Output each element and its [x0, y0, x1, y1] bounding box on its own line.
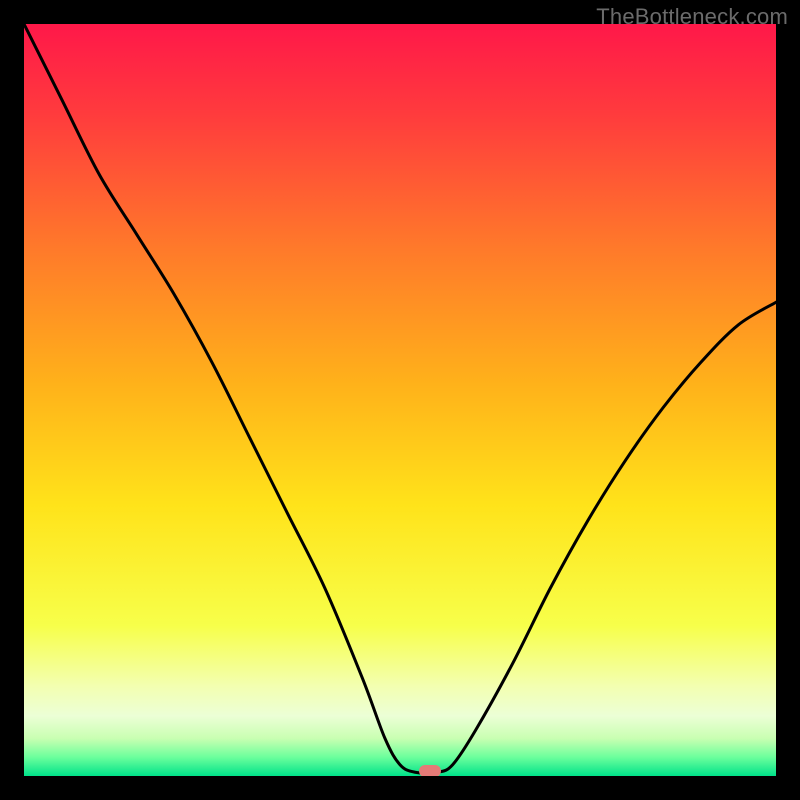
chart-frame: TheBottleneck.com	[0, 0, 800, 800]
minimum-marker	[419, 765, 441, 776]
plot-area	[24, 24, 776, 776]
chart-svg	[24, 24, 776, 776]
gradient-background	[24, 24, 776, 776]
watermark-text: TheBottleneck.com	[596, 4, 788, 30]
